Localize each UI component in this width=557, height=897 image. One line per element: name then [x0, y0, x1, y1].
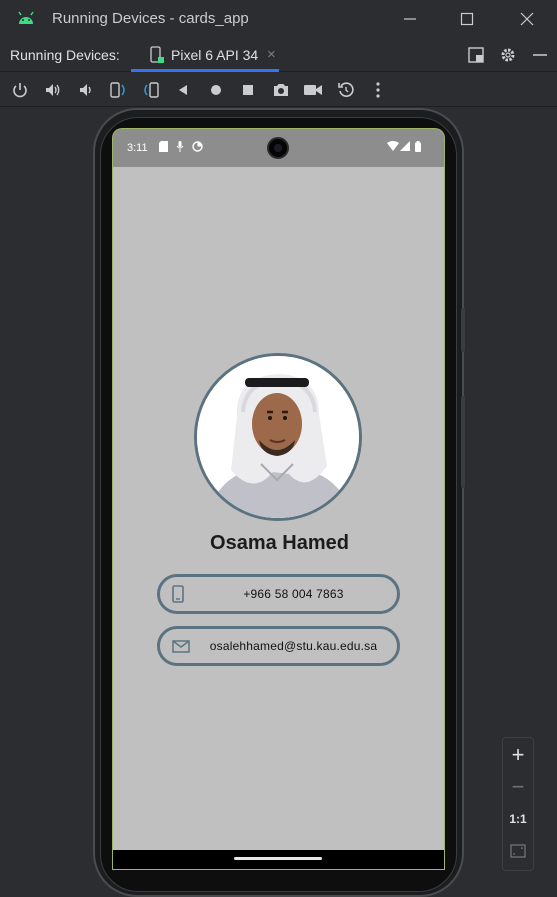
volume-down-icon: [80, 84, 91, 96]
gear-icon[interactable]: [499, 46, 517, 64]
tab-selected-indicator: [131, 69, 279, 72]
data-saver-icon: [192, 141, 203, 152]
layout-icon[interactable]: [467, 46, 485, 64]
profile-photo: [197, 356, 359, 518]
more-vertical-icon: [376, 82, 380, 98]
email-address: osalehhamed@stu.kau.edu.sa: [209, 639, 378, 653]
gesture-handle[interactable]: [234, 857, 322, 860]
phone-power-key: [461, 308, 465, 352]
rotate-left-icon: [110, 82, 125, 98]
front-camera: [267, 137, 289, 159]
power-button[interactable]: [10, 80, 30, 100]
phone-icon: [172, 585, 184, 603]
email-card[interactable]: osalehhamed@stu.kau.edu.sa: [157, 626, 400, 666]
camera-icon: [274, 84, 288, 96]
maximize-icon: [460, 12, 474, 26]
tab-close-icon[interactable]: ×: [267, 46, 276, 63]
android-status-bar: 3:11: [113, 129, 444, 167]
device-icon: [150, 46, 164, 63]
overview-button[interactable]: [238, 80, 258, 100]
volume-up-icon: [46, 84, 60, 96]
sd-card-icon: [159, 141, 168, 152]
more-options-button[interactable]: [368, 80, 388, 100]
power-icon: [13, 83, 27, 98]
android-nav-bar: [112, 850, 445, 870]
close-icon: [520, 12, 534, 26]
device-screen[interactable]: 3:11 Osama Hamed +966 58 004 7863 osaleh…: [112, 128, 445, 870]
minimize-button[interactable]: [398, 8, 422, 30]
zoom-out-button[interactable]: −: [503, 772, 533, 802]
battery-icon: [415, 141, 421, 152]
zoom-controls: + − 1:1: [502, 737, 534, 871]
reset-button[interactable]: [336, 80, 356, 100]
close-button[interactable]: [515, 8, 539, 30]
rotate-right-button[interactable]: [141, 80, 161, 100]
title-bar: Running Devices - cards_app: [0, 0, 557, 38]
actual-size-button[interactable]: 1:1: [503, 804, 533, 834]
home-circle-icon: [211, 85, 221, 95]
zoom-in-button[interactable]: +: [503, 740, 533, 770]
phone-number: +966 58 004 7863: [243, 587, 344, 601]
rotate-left-button[interactable]: [108, 80, 128, 100]
android-icon: [18, 11, 34, 24]
video-camera-icon: [304, 85, 322, 95]
minimize-icon: [404, 18, 416, 20]
status-time: 3:11: [127, 142, 148, 154]
window-title: Running Devices - cards_app: [52, 10, 249, 27]
wifi-icon: [387, 141, 399, 151]
home-button[interactable]: [206, 80, 226, 100]
hide-panel-icon[interactable]: [531, 46, 549, 64]
volume-down-button[interactable]: [76, 80, 96, 100]
screenshot-button[interactable]: [271, 80, 291, 100]
back-button[interactable]: [173, 80, 193, 100]
ide-window: Running Devices - cards_app Running Devi…: [0, 0, 557, 897]
reset-icon: [338, 82, 354, 97]
tab-pixel-6[interactable]: Pixel 6 API 34 ×: [131, 38, 279, 72]
profile-avatar: [194, 353, 362, 521]
device-toolbar: [0, 73, 557, 107]
volume-up-button[interactable]: [43, 80, 63, 100]
tab-bar: Running Devices: Pixel 6 API 34 ×: [0, 38, 557, 72]
phone-volume-key: [461, 396, 465, 488]
device-display-area: 3:11 Osama Hamed +966 58 004 7863 osaleh…: [0, 108, 557, 897]
screen-record-button[interactable]: [303, 80, 323, 100]
tab-label: Pixel 6 API 34: [171, 47, 259, 63]
running-devices-label: Running Devices:: [10, 47, 120, 63]
profile-name: Osama Hamed: [210, 532, 349, 554]
back-triangle-icon: [179, 85, 187, 95]
microphone-icon: [176, 141, 184, 152]
fit-screen-icon: [510, 844, 526, 858]
fit-screen-button[interactable]: [503, 836, 533, 866]
phone-card[interactable]: +966 58 004 7863: [157, 574, 400, 614]
signal-icon: [400, 141, 410, 151]
rotate-right-icon: [144, 82, 159, 98]
overview-square-icon: [243, 85, 253, 95]
mail-icon: [172, 640, 190, 653]
maximize-button[interactable]: [455, 8, 479, 30]
